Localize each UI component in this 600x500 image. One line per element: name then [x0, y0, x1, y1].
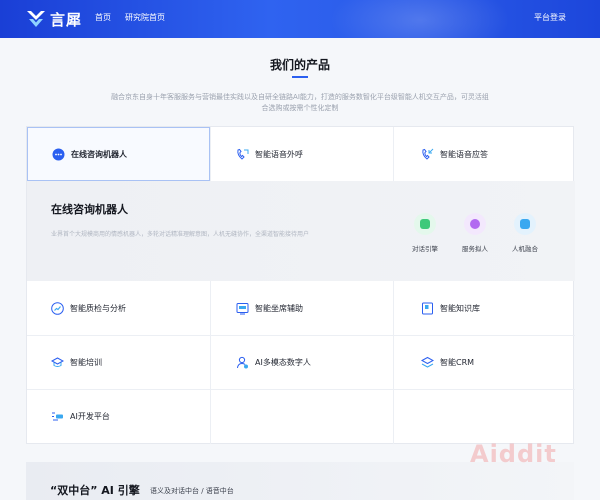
nav-home[interactable]: 首页: [95, 12, 111, 23]
feature-label: 人机融合: [512, 245, 538, 253]
product-label: 智能CRM: [440, 357, 475, 367]
tab-voice-outbound[interactable]: 智能语音外呼: [210, 127, 393, 181]
product-dev-platform[interactable]: AI开发平台: [27, 389, 210, 444]
feature-label: 对话引擎: [412, 245, 438, 253]
banner-title: “双中台” AI 引擎: [50, 484, 140, 497]
top-nav: 首页 研究院首页: [95, 12, 165, 23]
dev-platform-icon: [52, 412, 63, 421]
section-title: 我们的产品: [269, 58, 330, 72]
quality-analysis-icon: [51, 301, 64, 315]
crm-icon: [421, 356, 434, 368]
logo-mark-icon: [27, 11, 45, 27]
detail-description: 业界首个大规模商用的情感机器人，多轮对话精准理解意图，人机无缝协作，全渠道智能接…: [51, 231, 310, 238]
dialogue-engine-icon: [414, 213, 436, 235]
product-label: AI开发平台: [70, 412, 110, 421]
feature-human-machine[interactable]: 人机融合: [499, 213, 551, 253]
product-grid: 在线咨询机器人 智能语音外呼 智能语音应答 在线咨询机器人 业界首个大规模商用的…: [26, 126, 575, 444]
divider: [210, 127, 211, 181]
phone-incoming-icon: [422, 148, 434, 160]
header-glow: [330, 0, 510, 38]
divider: [27, 335, 575, 336]
feature-label: 服务拟人: [462, 245, 488, 253]
watermark: Aiddit: [470, 440, 557, 468]
detail-title: 在线咨询机器人: [51, 203, 128, 216]
training-icon: [51, 356, 64, 367]
tab-label: 在线咨询机器人: [71, 149, 127, 159]
divider: [393, 127, 394, 181]
divider: [27, 389, 575, 390]
phone-outgoing-icon: [237, 148, 249, 160]
section-description: 融合京东自身十年客服服务与营销最佳实践以及自研全链路AI能力，打造的服务数智化平…: [111, 93, 489, 112]
platform-login-link[interactable]: 平台登录: [534, 12, 566, 23]
banner-subtitle: 语义及对话中台 / 语音中台: [150, 487, 234, 495]
feature-service-persona[interactable]: 服务拟人: [449, 213, 501, 253]
top-header: 言犀 首页 研究院首页 平台登录: [0, 0, 600, 38]
product-label: 智能坐席辅助: [255, 303, 303, 313]
divider: [393, 281, 394, 444]
knowledge-base-icon: [422, 302, 433, 314]
logo-text: 言犀: [50, 10, 83, 29]
product-training[interactable]: 智能培训: [27, 335, 210, 389]
product-digital-human[interactable]: AI多模态数字人: [210, 335, 393, 389]
tab-online-consult-bot[interactable]: 在线咨询机器人: [27, 127, 210, 181]
human-machine-icon: [514, 213, 536, 235]
product-detail-panel: 在线咨询机器人 业界首个大规模商用的情感机器人，多轮对话精准理解意图，人机无缝协…: [27, 181, 575, 281]
product-quality-analysis[interactable]: 智能质检与分析: [27, 281, 210, 335]
logo[interactable]: 言犀: [26, 8, 82, 30]
product-crm[interactable]: 智能CRM: [393, 335, 575, 389]
tab-label: 智能语音应答: [440, 149, 488, 159]
nav-research-home[interactable]: 研究院首页: [125, 12, 165, 23]
product-label: AI多模态数字人: [255, 357, 311, 367]
product-label: 智能培训: [70, 357, 102, 367]
divider: [210, 281, 211, 444]
title-underline: [292, 76, 308, 78]
product-label: 智能质检与分析: [70, 303, 126, 313]
tab-voice-response[interactable]: 智能语音应答: [393, 127, 575, 181]
product-knowledge-base[interactable]: 智能知识库: [393, 281, 575, 335]
agent-assist-icon: [236, 302, 249, 314]
feature-dialogue-engine[interactable]: 对话引擎: [399, 213, 451, 253]
product-label: 智能知识库: [440, 303, 480, 313]
tab-label: 智能语音外呼: [255, 149, 303, 159]
service-persona-icon: [464, 213, 486, 235]
chat-bubble-icon: [52, 148, 65, 160]
product-agent-assist[interactable]: 智能坐席辅助: [210, 281, 393, 335]
digital-human-icon: [237, 356, 248, 368]
